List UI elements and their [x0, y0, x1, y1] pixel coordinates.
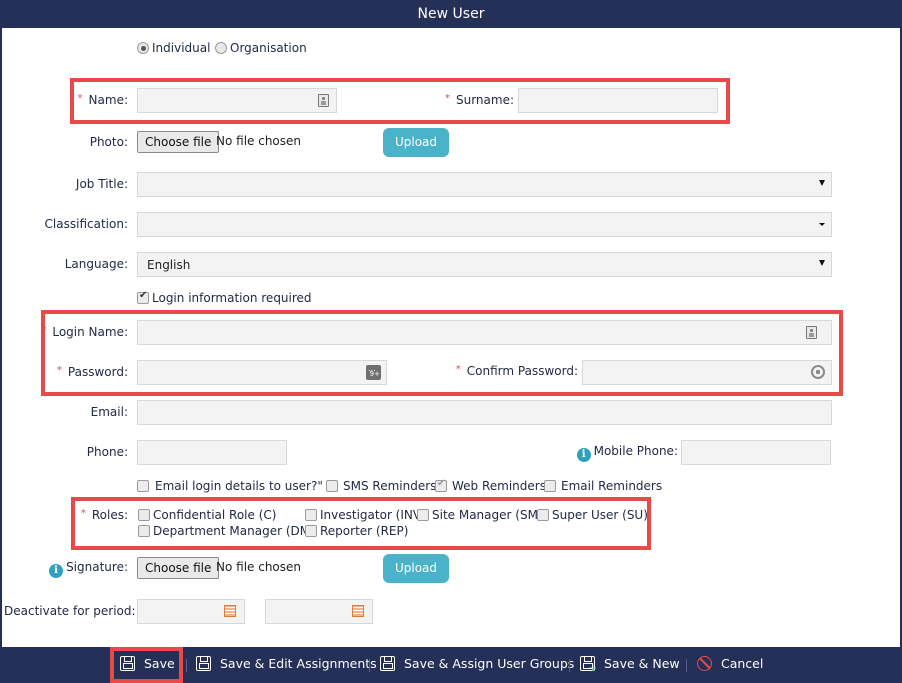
radio-individual[interactable]: Individual: [137, 41, 210, 55]
web-reminders-control[interactable]: [435, 478, 447, 492]
mobile-phone-label: i Mobile Phone:: [560, 444, 678, 462]
signature-label: i Signature:: [20, 560, 128, 578]
language-label: Language:: [64, 257, 128, 271]
save-new-label: Save & New: [604, 656, 680, 671]
chevron-down-icon: [819, 180, 825, 186]
floppy-disk-icon: [380, 656, 395, 671]
email-login-details-label: Email login details to user?": [155, 479, 323, 493]
job-title-label: Job Title:: [75, 177, 128, 191]
login-required-control[interactable]: [137, 290, 149, 304]
chevron-down-icon: [819, 223, 825, 226]
chevron-down-icon: [819, 260, 825, 266]
info-icon[interactable]: i: [49, 564, 64, 578]
email-reminders-label: Email Reminders: [561, 479, 663, 493]
photo-file-status: No file chosen: [216, 134, 302, 148]
save-new-button[interactable]: + Save & New: [580, 655, 680, 675]
save-edit-assignments-button[interactable]: Save & Edit Assignments: [196, 655, 377, 675]
save-edit-assignments-label: Save & Edit Assignments: [220, 656, 377, 671]
classification-label: Classification:: [44, 217, 128, 231]
language-select[interactable]: English: [137, 252, 832, 277]
signature-file-status: No file chosen: [216, 560, 302, 574]
email-reminders-control[interactable]: [544, 480, 556, 492]
photo-upload-button[interactable]: Upload: [383, 128, 449, 157]
sms-reminders-control[interactable]: [326, 480, 338, 492]
dialog-title: New User: [0, 0, 902, 28]
floppy-disk-icon: [196, 656, 211, 671]
web-reminders-label: Web Reminders: [452, 479, 546, 493]
separator: [569, 659, 570, 672]
cancel-label: Cancel: [721, 656, 764, 671]
email-input[interactable]: [137, 400, 832, 425]
separator: [186, 659, 187, 672]
language-value: English: [147, 258, 191, 272]
deactivate-to-input[interactable]: [265, 599, 373, 624]
highlight-save-button: [110, 647, 183, 683]
login-required-checkbox[interactable]: Login information required: [137, 290, 312, 305]
radio-organisation-control[interactable]: [215, 42, 227, 54]
cancel-icon: [697, 656, 712, 671]
phone-label: Phone:: [86, 445, 128, 459]
separator: [686, 659, 687, 672]
highlight-roles: [71, 497, 651, 550]
web-reminders-checkbox[interactable]: Web Reminders: [435, 478, 546, 493]
email-reminders-checkbox[interactable]: Email Reminders: [544, 479, 662, 493]
photo-choose-file-button[interactable]: Choose file: [137, 131, 220, 153]
signature-label-text: Signature:: [66, 560, 128, 574]
deactivate-label: Deactivate for period:: [4, 604, 136, 618]
phone-input[interactable]: [137, 440, 287, 465]
highlight-name-fields: [70, 78, 730, 124]
radio-organisation[interactable]: Organisation: [215, 41, 307, 55]
floppy-disk-plus-icon: +: [580, 656, 597, 674]
save-assign-user-groups-button[interactable]: Save & Assign User Groups: [380, 655, 574, 675]
calendar-icon[interactable]: [224, 605, 236, 617]
mobile-phone-label-text: Mobile Phone:: [593, 444, 678, 458]
photo-label: Photo:: [89, 135, 128, 149]
login-required-label: Login information required: [152, 291, 312, 305]
deactivate-from-input[interactable]: [137, 599, 245, 624]
separator: [369, 659, 370, 672]
job-title-select[interactable]: [137, 172, 832, 197]
signature-choose-file-button[interactable]: Choose file: [137, 557, 220, 579]
sms-reminders-label: SMS Reminders: [343, 479, 437, 493]
mobile-phone-input[interactable]: [681, 440, 831, 465]
highlight-login-fields: [41, 310, 843, 396]
email-login-details-checkbox[interactable]: Email login details to user?": [137, 479, 323, 493]
signature-upload-button[interactable]: Upload: [383, 554, 449, 583]
save-assign-user-groups-label: Save & Assign User Groups: [404, 656, 575, 671]
radio-individual-label: Individual: [152, 41, 211, 55]
classification-select[interactable]: [137, 212, 832, 237]
email-login-details-control[interactable]: [137, 480, 149, 492]
sms-reminders-checkbox[interactable]: SMS Reminders: [326, 479, 436, 493]
calendar-icon[interactable]: [352, 605, 364, 617]
email-label: Email:: [90, 405, 128, 419]
info-icon[interactable]: i: [576, 448, 591, 462]
cancel-button[interactable]: Cancel: [697, 655, 763, 675]
radio-organisation-label: Organisation: [230, 41, 307, 55]
radio-individual-control[interactable]: [137, 42, 149, 54]
